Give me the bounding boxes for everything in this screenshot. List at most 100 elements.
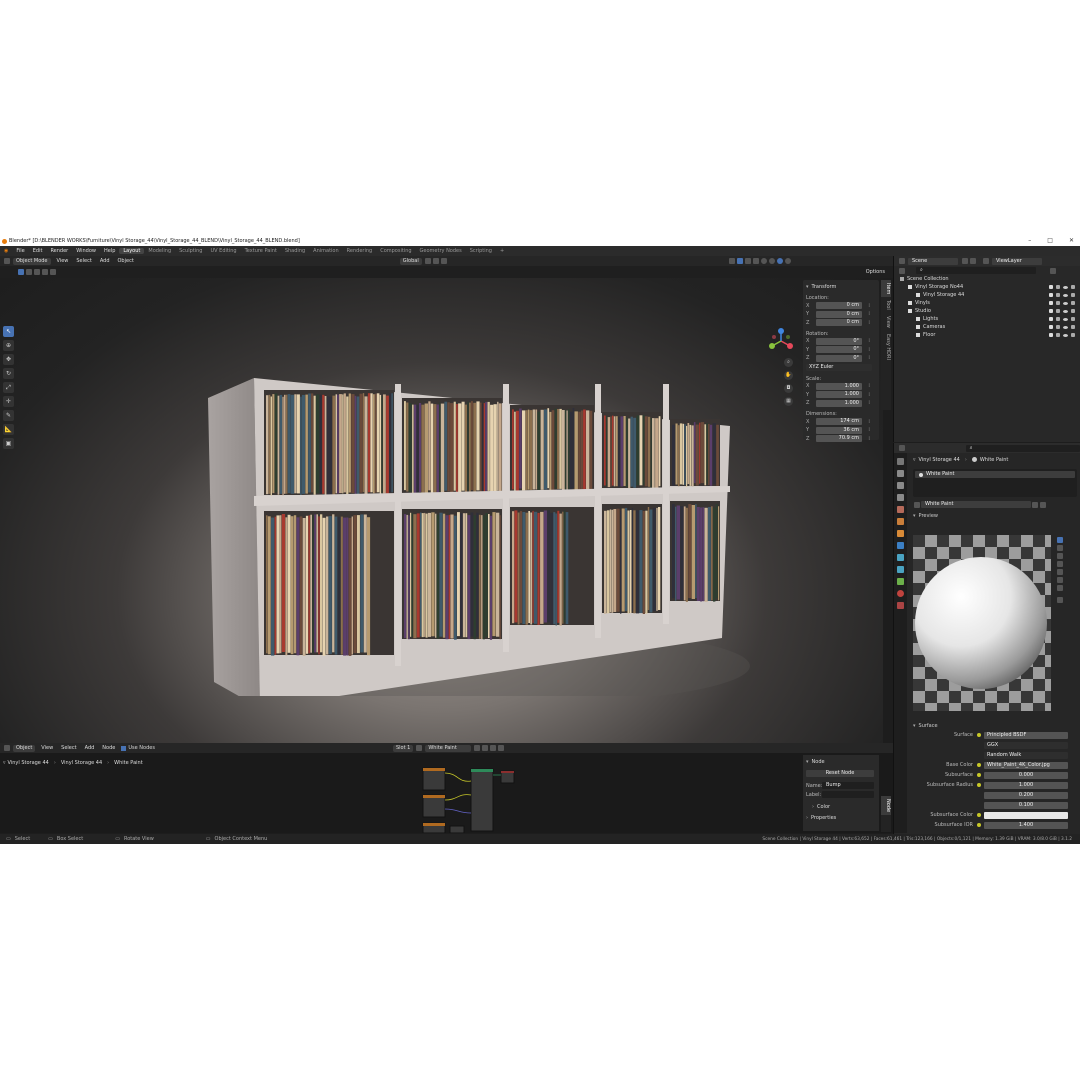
select-toggle-icon[interactable] [1056,333,1060,337]
texture-properties-icon[interactable] [897,602,904,609]
surface-field-value[interactable]: GGX [984,741,1068,749]
node-material-field[interactable]: White Paint [425,744,472,752]
xray-icon[interactable] [752,258,759,264]
workspace-tab-geometry-nodes[interactable]: Geometry Nodes [416,248,466,254]
modifier-properties-icon[interactable] [897,542,904,549]
particles-properties-icon[interactable] [897,554,904,561]
node-menu-select[interactable]: Select [57,745,80,751]
select-toggle-icon[interactable] [1056,293,1060,297]
visibility-icon[interactable] [728,258,735,264]
menu-edit[interactable]: Edit [29,248,47,254]
surface-field-value[interactable] [984,811,1068,819]
outliner-item[interactable]: Vinyl Storage No44 [894,283,1080,291]
snap-icon[interactable] [432,258,439,264]
proportional-edit-icon[interactable] [440,258,447,264]
select-toggle-icon[interactable] [1056,301,1060,305]
render-toggle-icon[interactable] [1071,333,1075,337]
world-properties-icon[interactable] [897,518,904,525]
dimensions-y-field[interactable]: 36 cm [816,426,862,434]
viewport-menu-select[interactable]: Select [72,258,95,264]
object-mode-dropdown[interactable]: Object Mode [13,257,51,265]
surface-field-value[interactable]: Random Walk [984,751,1068,759]
node-name-field[interactable]: Bump [822,782,874,789]
node-label-field[interactable] [822,791,874,798]
scene-properties-icon[interactable] [897,506,904,513]
filter-icon[interactable] [1050,267,1056,274]
select-mode-invert-icon[interactable] [42,269,48,275]
outliner-item[interactable]: Scene Collection [894,275,1080,283]
location-x-field[interactable]: 0 cm [816,302,862,310]
menu-file[interactable]: File [12,248,28,254]
select-toggle-icon[interactable] [1056,325,1060,329]
camera-view-icon[interactable]: ◘ [784,384,793,393]
visibility-eye-icon[interactable] [1063,333,1068,337]
preview-cloth-icon[interactable] [1057,577,1063,583]
menu-render[interactable]: Render [46,248,72,254]
socket-dot-icon[interactable] [977,823,981,827]
shading-solid-icon[interactable] [760,258,767,264]
tool-properties-icon[interactable] [897,458,904,465]
render-toggle-icon[interactable] [1071,309,1075,313]
exclude-checkbox[interactable] [1049,317,1053,321]
exclude-checkbox[interactable] [1049,309,1053,313]
material-browse-icon[interactable] [416,745,423,751]
new-scene-icon[interactable] [962,258,968,264]
reset-node-button[interactable]: Reset Node [806,770,874,777]
lock-icon[interactable]: ⁞ [862,419,870,425]
tab-node[interactable]: Node [881,796,891,816]
render-toggle-icon[interactable] [1071,301,1075,305]
outliner-item[interactable]: Vinyls [894,299,1080,307]
annotate-tool-icon[interactable]: ✎ [3,410,14,421]
shading-material-icon[interactable] [776,258,783,264]
visibility-eye-icon[interactable] [1063,301,1068,305]
node-menu-view[interactable]: View [37,745,57,751]
surface-field-value[interactable]: 1.400 [984,821,1068,829]
fake-user-icon[interactable] [474,745,481,751]
workspace-tab-compositing[interactable]: Compositing [376,248,415,254]
scale-tool-icon[interactable]: ⤢ [3,382,14,393]
delete-scene-icon[interactable] [970,258,976,264]
tab-tool[interactable]: Tool [881,297,891,313]
preview-fluid-icon[interactable] [1057,585,1063,591]
preview-world-icon[interactable] [1057,597,1063,603]
lock-icon[interactable]: ⁞ [862,427,870,433]
lock-icon[interactable]: ⁞ [862,392,870,398]
tab-easy-hdri[interactable]: Easy HDRI [881,331,891,363]
lock-icon[interactable]: ⁞ [862,436,870,442]
node-menu-node[interactable]: Node [98,745,119,751]
preview-hair-icon[interactable] [1057,561,1063,567]
transform-orientation-dropdown[interactable]: Global [399,257,422,265]
transform-header[interactable]: ▾ Transform [806,282,876,291]
lock-icon[interactable]: ⁞ [862,400,870,406]
blender-menu-icon[interactable]: ◉ [0,248,12,254]
lock-icon[interactable]: ⁞ [862,338,870,344]
workspace-tab-rendering[interactable]: Rendering [343,248,377,254]
viewport-menu-add[interactable]: Add [96,258,114,264]
pivot-icon[interactable] [424,258,431,264]
select-mode-subtract-icon[interactable] [34,269,40,275]
render-toggle-icon[interactable] [1071,285,1075,289]
lock-icon[interactable]: ⁞ [862,347,870,353]
tab-item[interactable]: Item [881,280,891,298]
rotate-tool-icon[interactable]: ↻ [3,368,14,379]
minimize-icon[interactable]: – [1028,237,1031,244]
preview-sphere-icon[interactable] [1057,537,1063,543]
visibility-eye-icon[interactable] [1063,309,1068,313]
3d-viewport[interactable]: ↖ ⊕ ✥ ↻ ⤢ ✛ ✎ 📐 ▣ ⌕ ✋ ◘ ▦ [0,278,883,743]
socket-dot-icon[interactable] [977,773,981,777]
viewlayer-selector[interactable]: ViewLayer [992,257,1042,265]
visibility-eye-icon[interactable] [1063,293,1068,297]
menu-window[interactable]: Window [72,248,100,254]
rotation-mode-dropdown[interactable]: XYZ Euler [806,364,872,372]
duplicate-material-icon[interactable] [1032,501,1038,508]
select-mode-intersect-icon[interactable] [50,269,56,275]
output-properties-icon[interactable] [897,482,904,489]
scene-icon[interactable] [899,258,905,264]
gizmo-toggle-icon[interactable] [736,258,743,264]
exclude-checkbox[interactable] [1049,301,1053,305]
workspace-tab-animation[interactable]: Animation [309,248,343,254]
surface-field-value[interactable]: 0.200 [984,791,1068,799]
select-toggle-icon[interactable] [1056,285,1060,289]
select-toggle-icon[interactable] [1056,317,1060,321]
preview-plane-icon[interactable] [1057,553,1063,559]
